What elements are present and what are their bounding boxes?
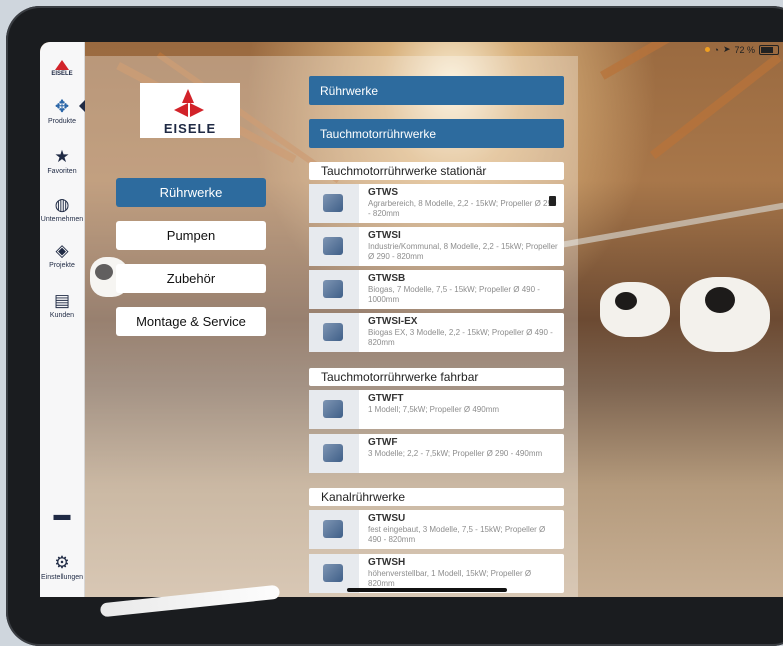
- status-bar: ◔ ➤ 72 %: [704, 44, 779, 55]
- list-header-tauchmotor[interactable]: Tauchmotorrührwerke: [309, 119, 564, 148]
- product-name: GTWS: [368, 187, 398, 198]
- globe-icon: ◍: [54, 195, 70, 214]
- product-thumbnail: [309, 390, 362, 429]
- sidebar-item-projekte[interactable]: ◈ Projekte: [40, 241, 84, 270]
- product-name: GTWSI-EX: [368, 316, 418, 327]
- product-desc: 1 Modell; 7,5kW; Propeller Ø 490mm: [368, 405, 500, 414]
- brand-logo: EISELE: [140, 83, 240, 138]
- app-screen: ◔ ➤ 72 % EISELE ✥ Produkte ★ Favoriten ◍…: [40, 42, 783, 597]
- sidebar-item-unternehmen[interactable]: ◍ Unternehmen: [40, 195, 84, 224]
- product-name: GTWSB: [368, 273, 406, 284]
- product-gtwsu[interactable]: GTWSU fest eingebaut, 3 Modelle, 7,5 - 1…: [309, 510, 564, 549]
- product-desc: Industrie/Kommunal, 8 Modelle, 2,2 - 15k…: [368, 242, 558, 261]
- sidebar-logo[interactable]: EISELE: [50, 60, 74, 77]
- product-desc: höhenverstellbar, 1 Modell, 15kW; Propel…: [368, 569, 532, 588]
- product-thumbnail: [309, 434, 362, 473]
- eisele-logo-icon: [172, 89, 208, 119]
- product-gtwsi[interactable]: GTWSI Industrie/Kommunal, 8 Modelle, 2,2…: [309, 227, 564, 266]
- sidebar-item-einstellungen[interactable]: ⚙ Einstellungen: [40, 553, 84, 582]
- wifi-icon: ◔: [713, 44, 719, 55]
- sidebar-item-label: Kunden: [49, 312, 75, 319]
- sidebar-item-label: Projekte: [49, 262, 75, 269]
- cow-spot: [705, 287, 735, 313]
- location-icon: ➤: [722, 44, 731, 54]
- clipboard-icon[interactable]: [549, 196, 556, 206]
- battery-level: 72 %: [734, 44, 755, 55]
- product-name: GTWSU: [368, 513, 406, 524]
- sidebar-logo-text: EISELE: [51, 71, 73, 77]
- product-gtwsb[interactable]: GTWSB Biogas, 7 Modelle, 7,5 - 15kW; Pro…: [309, 270, 564, 309]
- product-gtws[interactable]: GTWS Agrarbereich, 8 Modelle, 2,2 - 15kW…: [309, 184, 564, 223]
- product-name: GTWFT: [368, 393, 404, 404]
- product-thumbnail: [309, 184, 362, 223]
- sidebar-item-label: Unternehmen: [40, 216, 84, 223]
- gear-icon: ⚙: [54, 553, 70, 572]
- product-desc: Biogas EX, 3 Modelle, 2,2 - 15kW; Propel…: [368, 328, 553, 347]
- sidebar-item-favoriten[interactable]: ★ Favoriten: [40, 147, 84, 176]
- product-thumbnail: [309, 227, 362, 266]
- layers-icon: ◈: [55, 241, 69, 260]
- product-desc: fest eingebaut, 3 Modelle, 7,5 - 15kW; P…: [368, 525, 546, 544]
- product-thumbnail: [309, 510, 362, 549]
- product-desc: Biogas, 7 Modelle, 7,5 - 15kW; Propeller…: [368, 285, 540, 304]
- section-title: Kanalrührwerke: [309, 488, 564, 506]
- category-ruehrwerke[interactable]: Rührwerke: [116, 178, 266, 207]
- product-gtwft[interactable]: GTWFT 1 Modell; 7,5kW; Propeller Ø 490mm: [309, 390, 564, 429]
- products-icon: ✥: [54, 97, 70, 116]
- recording-dot: [704, 47, 710, 52]
- sidebar: EISELE ✥ Produkte ★ Favoriten ◍ Unterneh…: [40, 42, 85, 597]
- eisele-logo-icon: [55, 60, 69, 70]
- active-indicator: [79, 100, 85, 112]
- product-gtwsi-ex[interactable]: GTWSI-EX Biogas EX, 3 Modelle, 2,2 - 15k…: [309, 313, 564, 352]
- sidebar-item-produkte[interactable]: ✥ Produkte: [40, 97, 84, 126]
- category-montage-service[interactable]: Montage & Service: [116, 307, 266, 336]
- sidebar-item-label: Produkte: [47, 118, 77, 125]
- chat-icon: ▬: [53, 505, 71, 524]
- product-thumbnail: [309, 270, 362, 309]
- sidebar-item-kunden[interactable]: ▤ Kunden: [40, 291, 84, 320]
- product-name: GTWSI: [368, 230, 401, 241]
- list-header-ruehrwerke[interactable]: Rührwerke: [309, 76, 564, 105]
- product-name: GTWSH: [368, 557, 406, 568]
- cow-spot: [615, 292, 637, 310]
- product-gtwf[interactable]: GTWF 3 Modelle; 2,2 - 7,5kW; Propeller Ø…: [309, 434, 564, 473]
- sidebar-item-chat[interactable]: ▬: [40, 506, 84, 526]
- sidebar-item-label: Einstellungen: [40, 574, 84, 581]
- product-desc: Agrarbereich, 8 Modelle, 2,2 - 15kW; Pro…: [368, 199, 557, 218]
- category-pumpen[interactable]: Pumpen: [116, 221, 266, 250]
- section-title: Tauchmotorrührwerke stationär: [309, 162, 564, 180]
- sidebar-item-label: Favoriten: [47, 168, 77, 175]
- brand-wordmark: EISELE: [163, 121, 217, 136]
- tablet-frame: ◔ ➤ 72 % EISELE ✥ Produkte ★ Favoriten ◍…: [6, 6, 783, 646]
- star-icon: ★: [54, 147, 70, 166]
- section-title: Tauchmotorrührwerke fahrbar: [309, 368, 564, 386]
- contact-card-icon: ▤: [53, 291, 71, 310]
- product-name: GTWF: [368, 437, 398, 448]
- home-indicator[interactable]: [347, 588, 507, 592]
- category-zubehoer[interactable]: Zubehör: [116, 264, 266, 293]
- battery-icon: [759, 44, 779, 55]
- product-thumbnail: [309, 313, 362, 352]
- product-desc: 3 Modelle; 2,2 - 7,5kW; Propeller Ø 290 …: [368, 449, 543, 458]
- cow: [600, 282, 670, 337]
